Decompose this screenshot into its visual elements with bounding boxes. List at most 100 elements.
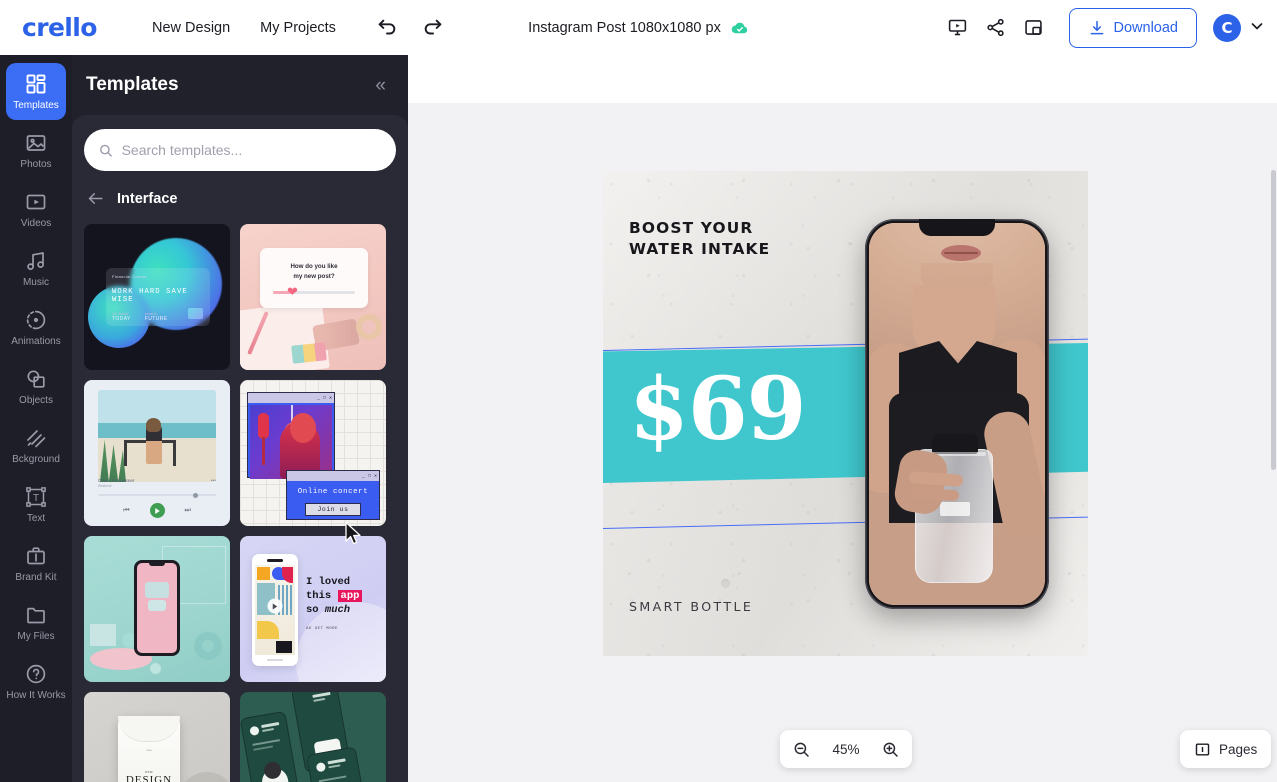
- stone-prop: [178, 772, 230, 782]
- sidebar-item-text[interactable]: T Text: [6, 476, 66, 533]
- objects-icon: [27, 370, 45, 388]
- panel-header: Templates «: [72, 55, 408, 115]
- singer-photo: [250, 405, 332, 479]
- logo-badge: [315, 761, 327, 773]
- top-nav: New Design My Projects: [140, 12, 348, 44]
- template-5-line: GET YOUR NEW VR GAMING SETUP: [139, 620, 175, 639]
- play-icon: [154, 507, 160, 514]
- sidebar-item-my-files[interactable]: My Files: [6, 594, 66, 651]
- placeholder-line: [261, 722, 280, 728]
- template-card-design-pouch[interactable]: new new DESIGN: [84, 692, 230, 782]
- texture-dimple: [721, 579, 730, 588]
- template-6-line2a: this: [306, 589, 338, 602]
- sidebar-item-background[interactable]: Bckground: [6, 417, 66, 474]
- placeholder-line: [261, 727, 275, 733]
- search-icon: [100, 144, 112, 157]
- brandkit-icon: [27, 547, 45, 565]
- pouch-flap: [118, 716, 180, 742]
- sidebar-label-how-it-works: How It Works: [6, 689, 66, 701]
- template-3-artist: Weekend: [98, 484, 112, 488]
- phone-mockup-canvas[interactable]: [865, 219, 1049, 609]
- avatar[interactable]: C: [1213, 13, 1241, 42]
- panel-body: Interface Financial Course WORK HARD SAV…: [72, 115, 408, 782]
- stage-top-strip: [408, 55, 1277, 103]
- sidebar-item-how-it-works[interactable]: How It Works: [6, 653, 66, 710]
- more-dots-icon: •••: [210, 478, 216, 484]
- card-chip: [188, 308, 203, 319]
- zoom-in-button[interactable]: [881, 740, 900, 759]
- templates-panel: Templates « Interface: [72, 55, 408, 782]
- template-7-big: DESIGN: [125, 774, 173, 782]
- redo-button[interactable]: [416, 11, 450, 45]
- download-button[interactable]: Download: [1068, 7, 1197, 48]
- template-card-online-concert[interactable]: _ □ ✕ _ □ ✕ Online concert Join us: [240, 380, 386, 526]
- undo-button[interactable]: [370, 11, 404, 45]
- gamepad-shape: [148, 600, 166, 611]
- progress-bar: [98, 492, 216, 498]
- placeholder-line: [327, 758, 346, 764]
- sidebar-label-templates: Templates: [13, 99, 59, 111]
- back-arrow-icon[interactable]: [86, 189, 105, 208]
- template-4-join-button: Join us: [305, 503, 361, 516]
- zoom-value[interactable]: 45%: [832, 742, 859, 757]
- zoom-control: 45%: [780, 730, 912, 768]
- nav-my-projects[interactable]: My Projects: [248, 12, 348, 44]
- sidebar-item-brand-kit[interactable]: Brand Kit: [6, 535, 66, 592]
- scrollbar-thumb[interactable]: [1271, 170, 1276, 470]
- retro-window-photo: _ □ ✕: [247, 392, 335, 479]
- template-6-line2b: app: [337, 589, 363, 602]
- canvas-price[interactable]: $69: [629, 367, 807, 453]
- canvas-scrollbar[interactable]: [1271, 170, 1276, 760]
- template-card-i-loved-this-app[interactable]: I loved this app so much AD GET MORE: [240, 536, 386, 682]
- search-input[interactable]: [121, 142, 382, 158]
- sidebar-item-objects[interactable]: Objects: [6, 358, 66, 415]
- template-1-label: Financial Course: [112, 274, 147, 279]
- pages-button[interactable]: Pages: [1180, 730, 1272, 768]
- sidebar-item-animations[interactable]: Animations: [6, 299, 66, 356]
- sidebar-label-objects: Objects: [19, 394, 53, 406]
- play-icon: [272, 603, 278, 610]
- present-icon: [948, 19, 967, 36]
- present-button[interactable]: [941, 11, 975, 45]
- template-6-text: I loved this app so much AD GET MORE: [306, 576, 382, 631]
- document-title[interactable]: Instagram Post 1080x1080 px: [528, 20, 721, 36]
- sidebar-item-videos[interactable]: Videos: [6, 181, 66, 238]
- collapse-panel-button[interactable]: «: [369, 72, 392, 99]
- transport-buttons: ⏮ ⏭: [98, 503, 216, 518]
- search-templates-box[interactable]: [84, 129, 396, 171]
- nav-new-design[interactable]: New Design: [140, 12, 242, 44]
- template-card-close-to-summer[interactable]: Close To Summer Weekend ••• ⏮ ⏭: [84, 380, 230, 526]
- template-1-foot-right-big: FUTURE: [144, 316, 168, 322]
- sidebar-item-photos[interactable]: Photos: [6, 122, 66, 179]
- template-card-how-do-you-like[interactable]: How do you like my new post? ❤: [240, 224, 386, 370]
- crello-logo[interactable]: crello: [22, 13, 114, 42]
- shape-black: [276, 641, 292, 653]
- zoom-out-button[interactable]: [792, 740, 811, 759]
- sidebar-item-music[interactable]: Music: [6, 240, 66, 297]
- crello-editor: crello New Design My Projects Instagram …: [0, 0, 1277, 782]
- document-title-group[interactable]: Instagram Post 1080x1080 px: [528, 19, 749, 37]
- tape-prop: [356, 314, 382, 340]
- person-hair: [146, 418, 161, 432]
- category-row: Interface: [84, 189, 396, 208]
- resize-button[interactable]: [1017, 11, 1051, 45]
- canvas-headline[interactable]: BOOST YOUR WATER INTAKE: [629, 218, 770, 261]
- phone-mockup: [252, 554, 298, 666]
- template-card-gaming-phone[interactable]: GET YOUR NEW VR GAMING SETUP: [84, 536, 230, 682]
- phone-screen: [869, 223, 1045, 605]
- sidebar-item-templates[interactable]: Templates: [6, 63, 66, 120]
- share-button[interactable]: [979, 11, 1013, 45]
- template-4-title: Online concert: [297, 488, 369, 496]
- svg-text:T: T: [33, 493, 39, 504]
- template-card-green-phone-screens[interactable]: [240, 692, 386, 782]
- template-card-financial-course[interactable]: Financial Course WORK HARD SAVE WISE Get…: [84, 224, 230, 370]
- canvas-footer-text[interactable]: SMART BOTTLE: [629, 599, 753, 614]
- swatch-prop: [291, 342, 327, 364]
- shape-orange: [257, 567, 270, 580]
- singer-head: [290, 413, 316, 443]
- templates-icon: [26, 74, 46, 94]
- placeholder-line: [252, 739, 281, 746]
- chevron-down-icon[interactable]: [1251, 19, 1263, 37]
- canvas-stage[interactable]: BOOST YOUR WATER INTAKE $69 SMART BOTTLE: [408, 55, 1277, 782]
- design-canvas[interactable]: BOOST YOUR WATER INTAKE $69 SMART BOTTLE: [603, 171, 1088, 656]
